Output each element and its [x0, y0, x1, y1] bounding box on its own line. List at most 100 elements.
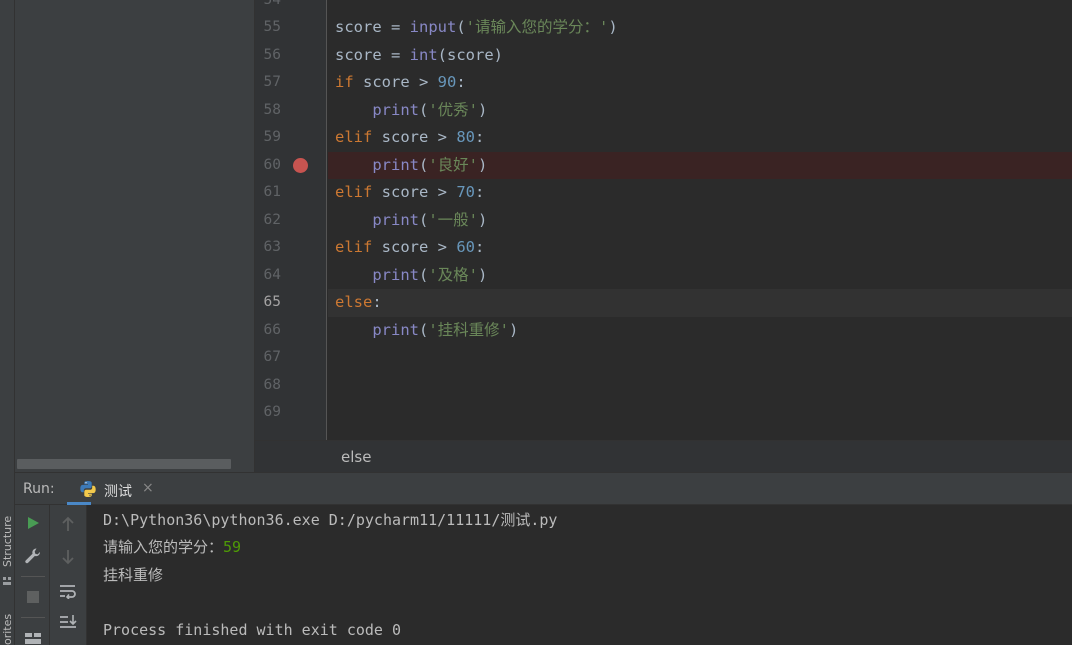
line-number: 58: [263, 101, 281, 118]
code-token: '良好': [428, 155, 479, 174]
code-token: print: [372, 265, 419, 284]
stop-icon[interactable]: [15, 583, 50, 611]
code-line[interactable]: 59 elif score > 80:: [255, 124, 1072, 152]
code-text: else:: [335, 289, 382, 317]
code-line[interactable]: 65 else:: [255, 289, 1072, 317]
run-toolbar-secondary: [50, 505, 87, 645]
wrench-icon[interactable]: [15, 542, 50, 570]
line-number: 62: [263, 211, 281, 228]
run-tool-window-header: Run: 测试 ×: [15, 472, 1072, 505]
code-token: :: [456, 73, 466, 91]
run-toolbar-primary: [15, 505, 50, 645]
code-line[interactable]: 55 score = input('请输入您的学分：'): [255, 14, 1072, 42]
code-text: print('及格'): [335, 262, 487, 290]
favorites-tool-tab[interactable]: orites: [0, 600, 15, 645]
code-token: ): [478, 265, 488, 284]
code-token: '优秀': [428, 100, 479, 119]
code-token: ): [478, 210, 488, 229]
code-text: if score > 90:: [335, 69, 466, 97]
toolbar-separator: [21, 576, 45, 577]
code-line[interactable]: 69: [255, 399, 1072, 427]
code-token: elif: [335, 238, 373, 256]
project-horizontal-scrollbar[interactable]: [17, 459, 231, 469]
code-token: ): [478, 100, 488, 119]
structure-tool-tab[interactable]: Structure: [0, 505, 15, 585]
code-token: '及格': [428, 265, 479, 284]
code-text: print('一般'): [335, 207, 487, 235]
code-text: print('良好'): [335, 152, 487, 180]
code-line[interactable]: 58 print('优秀'): [255, 97, 1072, 125]
line-number: 65: [263, 294, 281, 310]
code-token: ): [478, 155, 488, 174]
code-line[interactable]: 56 score = int(score): [255, 42, 1072, 70]
line-number: 67: [263, 349, 281, 365]
console-prompt: 请输入您的学分：: [103, 538, 224, 556]
soft-wrap-icon[interactable]: [50, 577, 85, 605]
code-token: (: [419, 100, 429, 119]
code-line[interactable]: 62 print('一般'): [255, 207, 1072, 235]
line-number: 56: [263, 46, 281, 63]
close-icon[interactable]: ×: [142, 480, 154, 496]
code-line[interactable]: 60 print('良好'): [255, 151, 1072, 180]
line-number: 59: [263, 129, 281, 145]
console-command-line: D:\Python36\python36.exe D:/pycharm11/11…: [103, 511, 558, 529]
code-text: score = int(score): [335, 42, 503, 70]
run-tab-label: 测试: [104, 484, 132, 500]
code-token: score =: [335, 18, 410, 36]
code-token: score =: [335, 45, 410, 64]
code-token: :: [475, 128, 485, 146]
code-line[interactable]: 63 elif score > 60:: [255, 234, 1072, 262]
code-token: (score): [437, 45, 503, 64]
code-token: if: [335, 73, 354, 91]
breadcrumb-bar: else: [255, 440, 1072, 472]
line-number: 63: [263, 239, 281, 255]
arrow-down-icon[interactable]: [50, 543, 85, 571]
code-token: (: [419, 210, 429, 229]
code-text: elif score > 80:: [335, 124, 484, 152]
code-token: ): [509, 320, 519, 339]
code-line[interactable]: 68: [255, 372, 1072, 400]
code-line[interactable]: 66 print('挂科重修'): [255, 317, 1072, 345]
code-token: (: [456, 18, 466, 36]
breakpoint-icon[interactable]: [293, 157, 308, 173]
console-output-line: 挂科重修: [103, 566, 164, 584]
scroll-to-end-icon[interactable]: [50, 608, 85, 636]
line-number: 54: [255, 0, 281, 14]
code-token: print: [372, 100, 419, 119]
code-editor[interactable]: 5455score = input('请输入您的学分：') 56 score = i…: [255, 0, 1072, 440]
toolbar-separator: [21, 617, 45, 618]
code-token: :: [475, 183, 485, 201]
code-token: '一般': [428, 210, 479, 229]
arrow-up-icon[interactable]: [50, 510, 85, 538]
code-text: elif score > 70:: [335, 179, 484, 207]
run-console[interactable]: D:\Python36\python36.exe D:/pycharm11/11…: [88, 505, 1072, 645]
line-number: 66: [263, 321, 281, 338]
breadcrumb[interactable]: else: [341, 448, 371, 466]
code-line[interactable]: 57 if score > 90:: [255, 69, 1072, 97]
rerun-icon[interactable]: [15, 509, 50, 537]
run-tab-test[interactable]: 测试 ×: [67, 473, 154, 505]
console-exit-line: Process finished with exit code 0: [103, 621, 402, 639]
code-token: 90: [437, 73, 457, 91]
code-line[interactable]: 54: [255, 0, 1072, 14]
line-number: 61: [263, 184, 281, 200]
code-token: elif: [335, 128, 373, 146]
code-line[interactable]: 64 print('及格'): [255, 262, 1072, 290]
code-token: int: [409, 45, 438, 64]
code-token: 70: [456, 183, 475, 201]
code-token: (: [419, 155, 429, 174]
code-line[interactable]: 67: [255, 344, 1072, 372]
code-token: (: [419, 265, 429, 284]
code-token: print: [372, 320, 419, 339]
layout-icon[interactable]: [15, 623, 50, 645]
line-number: 69: [263, 404, 281, 420]
console-input-value: 59: [223, 538, 242, 556]
line-number: 57: [263, 74, 281, 90]
code-line[interactable]: 61 elif score > 70:: [255, 179, 1072, 207]
python-icon: [79, 480, 97, 498]
run-label: Run:: [23, 481, 55, 497]
code-text: print('挂科重修'): [335, 317, 518, 345]
